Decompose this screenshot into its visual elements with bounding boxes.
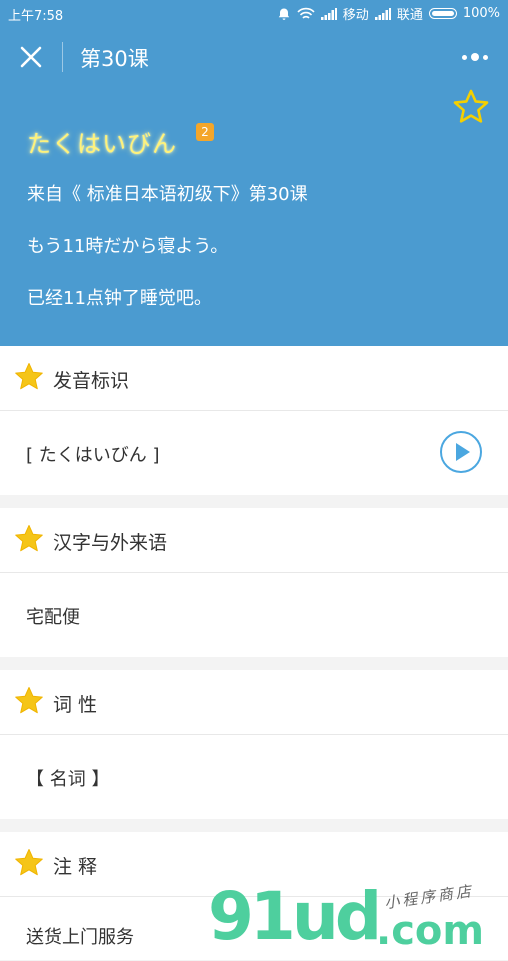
star-icon <box>15 687 43 714</box>
part-of-speech-text: 【 名词 】 <box>26 769 110 790</box>
section-title: 词 性 <box>53 694 98 716</box>
star-icon <box>15 849 43 876</box>
kanji-text: 宅配便 <box>26 607 80 628</box>
nav-bar: 第30课 <box>0 26 508 88</box>
more-dot-icon <box>462 54 467 60</box>
section-title: 注 释 <box>53 856 98 878</box>
section-header: 发音标识 <box>0 346 508 411</box>
watermark-domain: .com <box>376 908 485 954</box>
watermark: 91ud .com 小程序商店 <box>208 880 508 960</box>
watermark-logo: 91ud <box>208 878 382 955</box>
nav-divider <box>62 42 63 72</box>
section-header: 汉字与外来语 <box>0 508 508 573</box>
word-header: 上午7:58 移动 联通 100% 第30课 たくはいびん 2 来自《 标准日本… <box>0 0 508 346</box>
star-icon <box>15 363 43 390</box>
page-title: 第30课 <box>80 47 149 71</box>
notes-text: 送货上门服务 <box>26 927 134 948</box>
kanji-section: 汉字与外来语 宅配便 <box>0 508 508 657</box>
close-button[interactable] <box>14 40 48 74</box>
more-dot-icon <box>483 54 488 60</box>
section-body: [ たくはいびん ] <box>0 411 508 495</box>
favorite-star-icon[interactable] <box>452 88 490 126</box>
more-button[interactable] <box>458 44 492 70</box>
section-body: 【 名词 】 <box>0 735 508 819</box>
carrier-2: 联通 <box>396 8 423 23</box>
section-title: 发音标识 <box>53 370 130 392</box>
example-chinese: 已经11点钟了睡觉吧。 <box>27 288 212 309</box>
battery-level: 100% <box>462 6 500 21</box>
word-kana: たくはいびん <box>27 130 177 158</box>
more-dot-icon <box>471 53 479 61</box>
star-icon <box>15 525 43 552</box>
section-body: 宅配便 <box>0 573 508 657</box>
section-header: 词 性 <box>0 670 508 735</box>
signal-icon-2 <box>374 7 391 20</box>
example-japanese: もう11時だから寝よう。 <box>27 236 229 257</box>
alarm-icon <box>278 8 289 20</box>
pronunciation-text: [ たくはいびん ] <box>26 445 160 466</box>
status-time: 上午7:58 <box>8 9 64 24</box>
section-title: 汉字与外来语 <box>53 532 168 554</box>
pronunciation-section: 发音标识 [ たくはいびん ] <box>0 346 508 495</box>
play-audio-button[interactable] <box>440 431 482 473</box>
status-bar: 上午7:58 移动 联通 100% <box>0 0 508 26</box>
word-source: 来自《 标准日本语初级下》第30课 <box>27 184 308 205</box>
part-of-speech-section: 词 性 【 名词 】 <box>0 670 508 819</box>
signal-icon <box>320 7 337 20</box>
play-icon <box>456 443 470 461</box>
word-badge: 2 <box>196 123 214 141</box>
close-icon <box>20 46 42 68</box>
carrier-1: 移动 <box>342 8 369 23</box>
status-icons: 移动 联通 100% <box>277 4 500 23</box>
battery-icon <box>428 8 457 19</box>
wifi-icon <box>297 7 315 19</box>
